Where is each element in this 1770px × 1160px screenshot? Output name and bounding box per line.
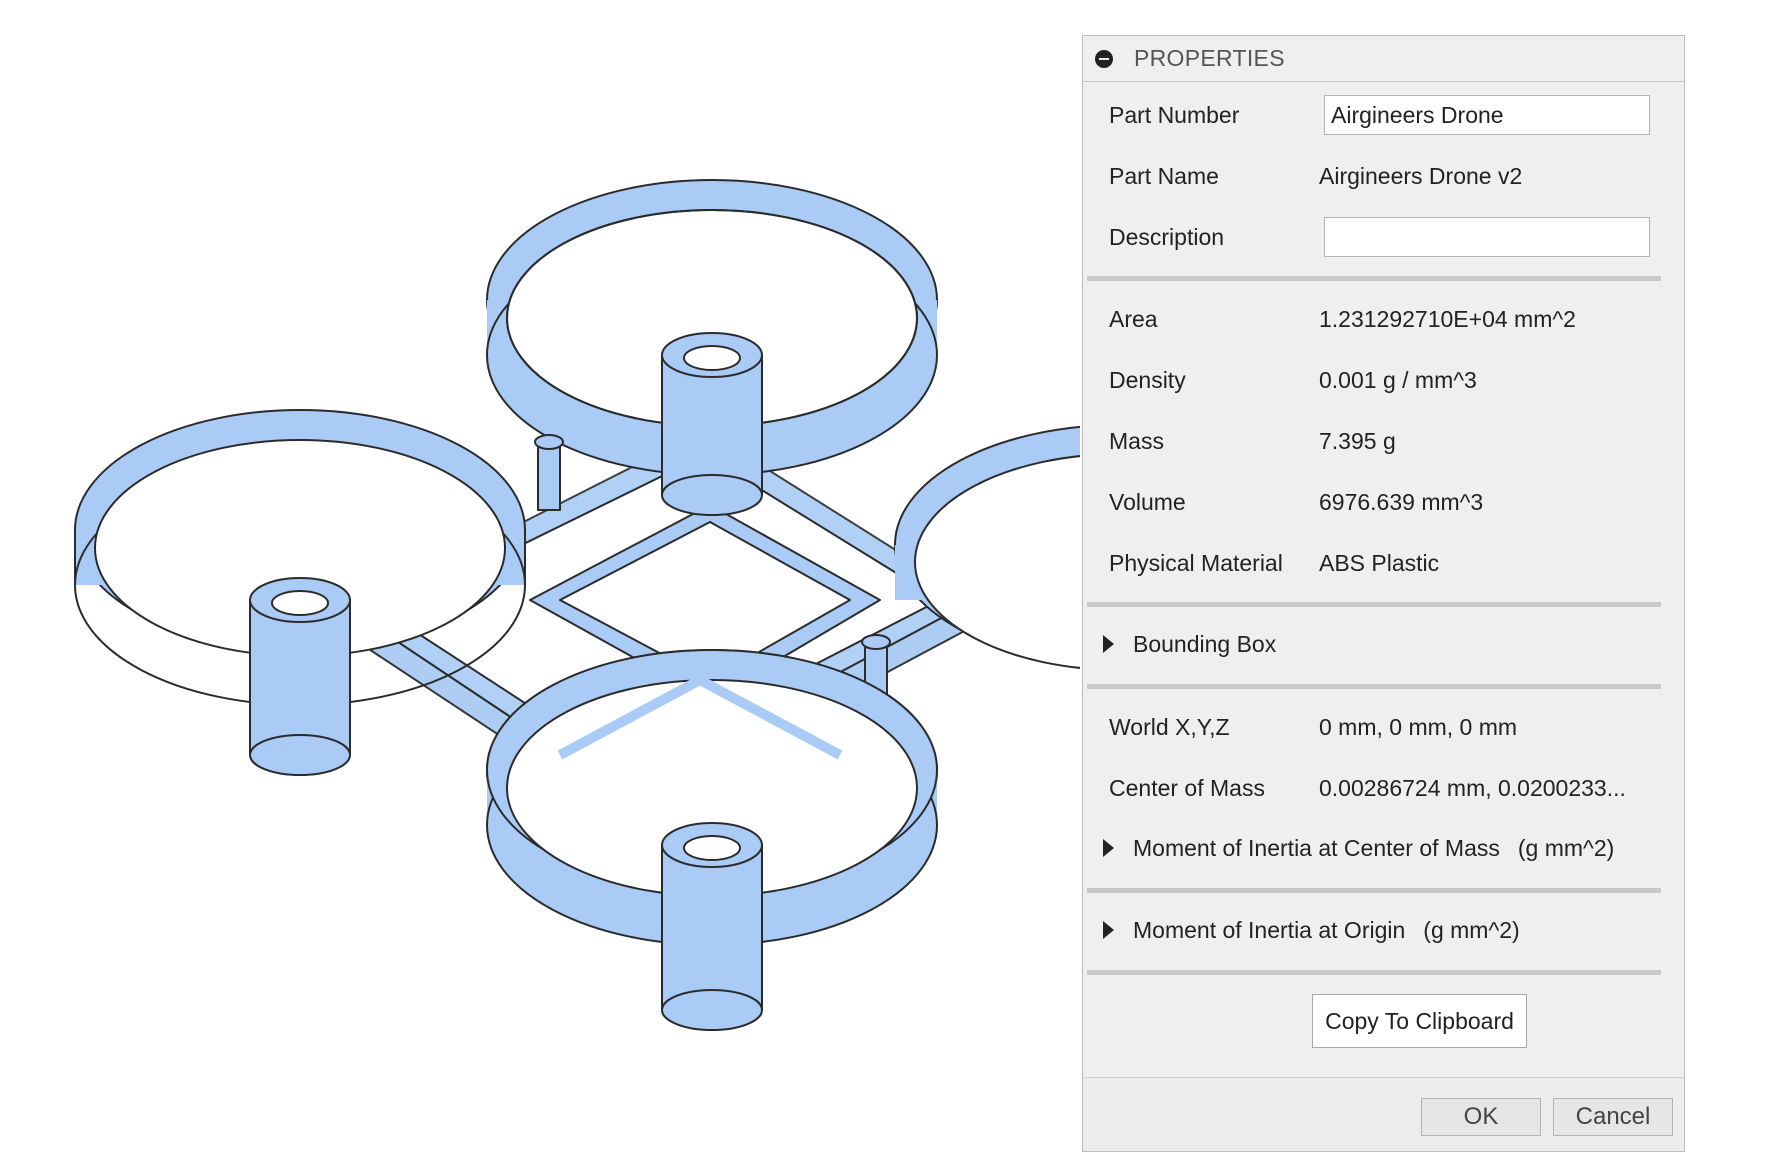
part-number-label: Part Number [1109, 101, 1240, 128]
part-name-row: Part Name Airgineers Drone v2 [1083, 146, 1684, 206]
area-label: Area [1109, 305, 1158, 332]
inertia-origin-expander[interactable]: Moment of Inertia at Origin (g mm^2) [1083, 900, 1684, 960]
cancel-button[interactable]: Cancel [1553, 1098, 1673, 1136]
divider [1087, 970, 1661, 975]
world-xyz-label: World X,Y,Z [1109, 713, 1230, 740]
center-of-mass-label: Center of Mass [1109, 774, 1265, 801]
material-label: Physical Material [1109, 549, 1283, 576]
bounding-box-expander[interactable]: Bounding Box [1083, 614, 1684, 674]
center-of-mass-value: 0.00286724 mm, 0.0200233... [1319, 774, 1626, 801]
motor-mount-bottom [661, 822, 763, 1031]
expand-triangle-icon[interactable] [1103, 839, 1114, 857]
center-of-mass-row: Center of Mass 0.00286724 mm, 0.0200233.… [1083, 758, 1684, 818]
material-value: ABS Plastic [1319, 549, 1440, 576]
mass-value: 7.395 g [1319, 427, 1396, 454]
density-label: Density [1109, 366, 1186, 393]
expand-triangle-icon[interactable] [1103, 635, 1114, 653]
part-number-input[interactable] [1324, 95, 1650, 135]
collapse-icon[interactable] [1095, 49, 1113, 68]
divider [1087, 602, 1661, 607]
part-number-row: Part Number [1083, 85, 1684, 145]
volume-label: Volume [1109, 488, 1186, 515]
inertia-origin-unit: (g mm^2) [1423, 916, 1520, 943]
volume-row: Volume 6976.639 mm^3 [1083, 472, 1684, 532]
drone-model[interactable] [0, 0, 1080, 1160]
area-value: 1.231292710E+04 mm^2 [1319, 305, 1576, 332]
divider [1087, 684, 1661, 689]
part-name-label: Part Name [1109, 162, 1219, 189]
model-viewport[interactable] [0, 0, 1080, 1160]
inertia-com-label: Moment of Inertia at Center of Mass [1133, 834, 1500, 861]
dialog-footer: OK Cancel [1083, 1077, 1684, 1151]
motor-mount-left [249, 577, 351, 776]
material-row: Physical Material ABS Plastic [1083, 533, 1684, 593]
inertia-com-expander[interactable]: Moment of Inertia at Center of Mass (g mm… [1083, 818, 1684, 878]
description-row: Description [1083, 207, 1684, 267]
copy-to-clipboard-button[interactable]: Copy To Clipboard [1312, 994, 1527, 1048]
inertia-origin-label: Moment of Inertia at Origin [1133, 916, 1406, 943]
world-xyz-value: 0 mm, 0 mm, 0 mm [1319, 713, 1518, 740]
divider [1087, 276, 1661, 281]
divider [1087, 888, 1661, 893]
part-name-value: Airgineers Drone v2 [1319, 162, 1523, 189]
panel-title: PROPERTIES [1134, 45, 1285, 71]
inertia-com-unit: (g mm^2) [1517, 834, 1615, 861]
mass-row: Mass 7.395 g [1083, 411, 1684, 471]
mass-label: Mass [1109, 427, 1164, 454]
panel-header[interactable]: PROPERTIES [1083, 36, 1684, 82]
properties-panel: PROPERTIES Part Number Part Name Airgine… [1082, 35, 1685, 1152]
description-input[interactable] [1324, 217, 1650, 257]
volume-value: 6976.639 mm^3 [1319, 488, 1484, 515]
motor-mount-top [661, 332, 763, 516]
area-row: Area 1.231292710E+04 mm^2 [1083, 289, 1684, 349]
density-value: 0.001 g / mm^3 [1319, 366, 1477, 393]
bounding-box-label: Bounding Box [1133, 630, 1277, 657]
ok-button[interactable]: OK [1421, 1098, 1541, 1136]
expand-triangle-icon[interactable] [1103, 921, 1114, 939]
description-label: Description [1109, 223, 1225, 250]
density-row: Density 0.001 g / mm^3 [1083, 350, 1684, 410]
world-xyz-row: World X,Y,Z 0 mm, 0 mm, 0 mm [1083, 697, 1684, 757]
